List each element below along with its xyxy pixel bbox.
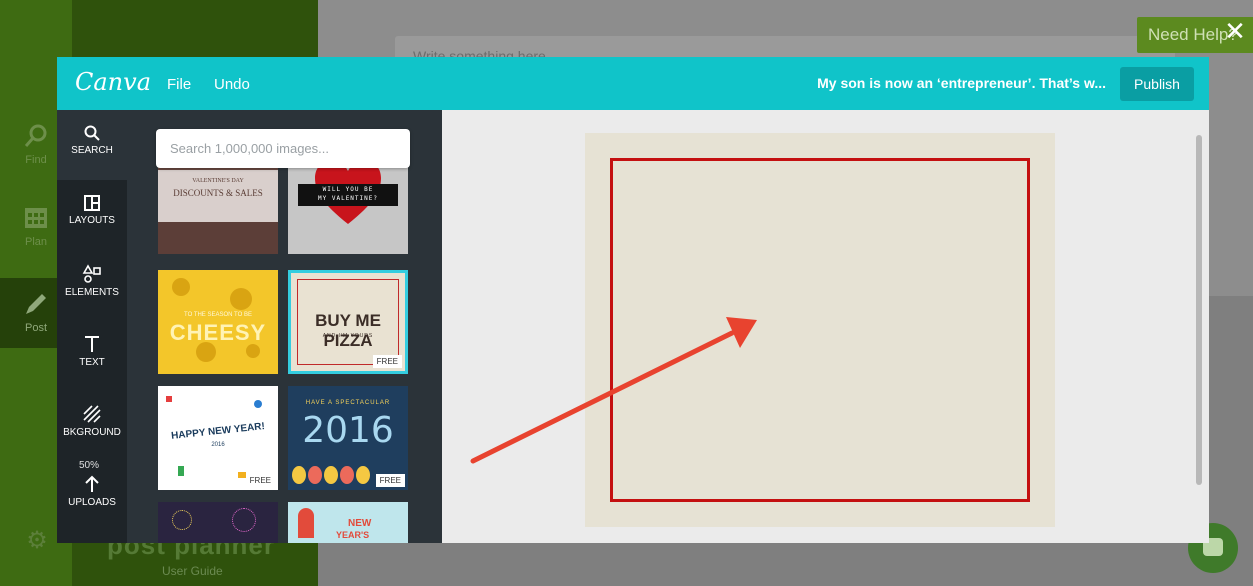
template-line: CHEESY bbox=[169, 320, 267, 345]
menu-undo[interactable]: Undo bbox=[214, 76, 250, 93]
tool-label-text: TEXT bbox=[79, 357, 105, 368]
tool-elements[interactable]: ELEMENTS bbox=[57, 250, 127, 320]
text-icon bbox=[85, 336, 99, 352]
canva-modal: Canva File Undo My son is now an ‘entrep… bbox=[57, 57, 1209, 543]
tool-label-uploads: UPLOADS bbox=[68, 497, 116, 508]
template-new-years[interactable]: NEW YEAR'S bbox=[288, 502, 408, 543]
tool-text[interactable]: TEXT bbox=[57, 320, 127, 390]
free-badge: FREE bbox=[372, 355, 402, 368]
template-panel: Search 1,000,000 images... VALENTINE'S D… bbox=[127, 110, 442, 543]
design-canvas-area bbox=[442, 110, 1209, 543]
red-frame[interactable] bbox=[610, 158, 1030, 502]
template-line: MY VALENTINE? bbox=[318, 195, 378, 202]
publish-button[interactable]: Publish bbox=[1120, 67, 1194, 101]
template-line: VALENTINE'S DAY bbox=[192, 178, 244, 184]
template-line: DISCOUNTS & SALES bbox=[173, 188, 263, 198]
canva-toolbar: SEARCH LAYOUTS ELEMENTS TEXT BKGROUND UP… bbox=[57, 110, 127, 543]
template-cheesy[interactable]: TO THE SEASON TO BE CHEESY bbox=[158, 270, 278, 374]
template-happy-new-year[interactable]: HAPPY NEW YEAR! 2016 FREE bbox=[158, 386, 278, 490]
tool-label-elements: ELEMENTS bbox=[65, 287, 119, 298]
close-icon[interactable]: ✕ bbox=[1222, 18, 1248, 44]
background-icon bbox=[83, 405, 101, 423]
template-line: BUY ME PIZZA bbox=[315, 311, 381, 350]
tool-label-layouts: LAYOUTS bbox=[69, 215, 115, 226]
template-line: HAPPY NEW YEAR! bbox=[170, 421, 266, 442]
canva-topbar: Canva File Undo My son is now an ‘entrep… bbox=[57, 57, 1209, 110]
tool-search[interactable]: SEARCH bbox=[57, 110, 127, 180]
template-line: NEW bbox=[348, 518, 372, 529]
tool-label-search: SEARCH bbox=[71, 145, 113, 156]
nav-label-plan: Plan bbox=[24, 236, 48, 248]
nav-label-post: Post bbox=[24, 322, 47, 334]
menu-file[interactable]: File bbox=[167, 76, 191, 93]
nav-label-find: Find bbox=[25, 154, 47, 166]
search-icon bbox=[24, 124, 47, 147]
free-badge: FREE bbox=[245, 474, 275, 487]
design-page[interactable] bbox=[585, 133, 1055, 527]
user-guide-link[interactable]: User Guide bbox=[162, 564, 223, 578]
tool-background[interactable]: BKGROUND bbox=[57, 390, 127, 460]
template-fireworks[interactable] bbox=[158, 502, 278, 543]
template-line: 2016 bbox=[211, 442, 225, 448]
settings-icon[interactable]: ⚙ bbox=[24, 528, 50, 554]
canvas-scrollbar[interactable] bbox=[1196, 135, 1202, 485]
pencil-icon bbox=[26, 294, 46, 314]
elements-icon bbox=[82, 264, 101, 283]
document-title[interactable]: My son is now an ‘entrepreneur’. That’s … bbox=[817, 75, 1106, 91]
calendar-icon bbox=[25, 208, 47, 228]
zoom-indicator: 50% bbox=[79, 460, 100, 471]
image-search-input[interactable]: Search 1,000,000 images... bbox=[156, 129, 410, 168]
template-spectacular-2016[interactable]: HAVE A SPECTACULAR 2016 FREE bbox=[288, 386, 408, 490]
search-icon bbox=[84, 125, 100, 141]
template-line: 2016 bbox=[302, 410, 394, 451]
free-badge: FREE bbox=[375, 474, 405, 487]
layouts-icon bbox=[84, 195, 100, 211]
template-line: AND I'M YOURS bbox=[322, 333, 374, 339]
template-line: HAVE A SPECTACULAR bbox=[305, 400, 391, 406]
template-line: YEAR'S bbox=[336, 530, 370, 540]
template-buy-me-pizza[interactable]: BUY ME PIZZA AND I'M YOURS FREE bbox=[288, 270, 408, 374]
tool-layouts[interactable]: LAYOUTS bbox=[57, 180, 127, 250]
template-line: TO THE SEASON TO BE bbox=[184, 312, 252, 318]
tool-label-background: BKGROUND bbox=[63, 427, 121, 438]
template-line: WILL YOU BE bbox=[322, 186, 374, 193]
upload-icon bbox=[85, 475, 99, 492]
canva-logo: Canva bbox=[75, 68, 151, 96]
